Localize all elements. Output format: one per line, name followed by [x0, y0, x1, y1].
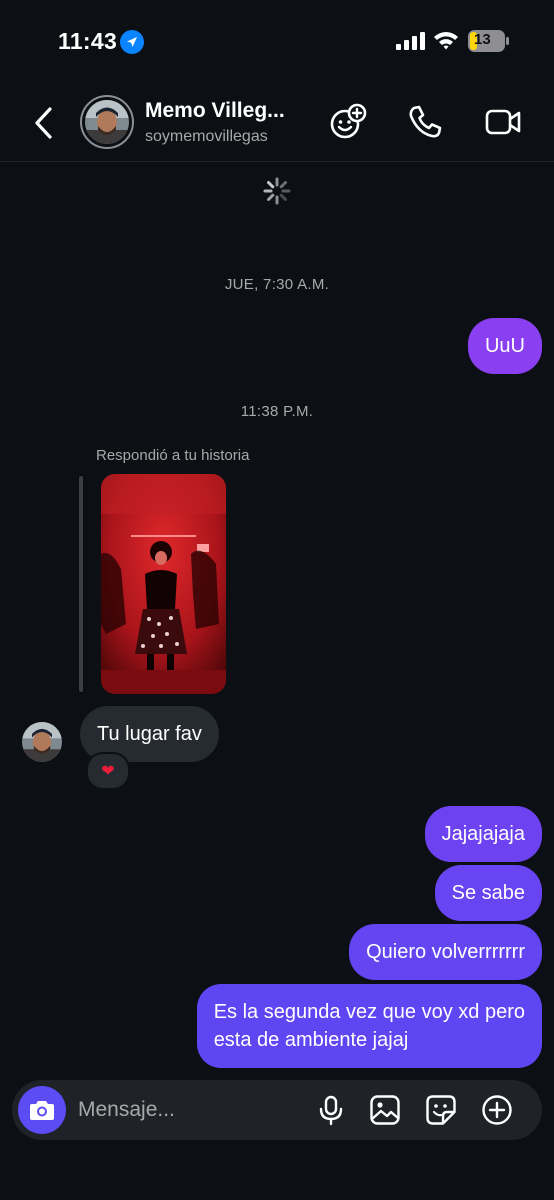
- message-text: Tu lugar fav: [97, 722, 202, 745]
- message-text-line: Es la segunda vez que voy xd pero: [213, 1001, 525, 1023]
- timestamp: 11:38 P.M.: [240, 403, 314, 420]
- phone-icon[interactable]: [406, 103, 444, 141]
- heart-icon: ❤: [101, 763, 115, 780]
- gallery-icon[interactable]: [369, 1094, 401, 1126]
- battery-icon: 13: [468, 30, 510, 52]
- add-effect-icon[interactable]: [329, 103, 367, 141]
- header-divider: [0, 161, 554, 162]
- message-text: Jajajajaja: [441, 822, 525, 845]
- message-out[interactable]: Se sabe: [434, 865, 542, 921]
- message-text: UuU: [484, 334, 525, 357]
- video-icon[interactable]: [484, 103, 522, 141]
- sticker-icon[interactable]: [425, 1094, 457, 1126]
- heart-reaction[interactable]: ❤: [86, 752, 130, 790]
- status-time: 11:43: [58, 28, 118, 54]
- avatar-photo: [85, 100, 129, 144]
- signal-icon: [396, 32, 425, 50]
- message-text-line: esta de ambiente jajaj: [213, 1029, 409, 1051]
- timestamp: JUE, 7:30 A.M.: [224, 276, 330, 293]
- camera-button[interactable]: [18, 1086, 66, 1134]
- reply-quote-bar: [79, 476, 83, 692]
- wifi-icon: [434, 32, 458, 50]
- message-out[interactable]: Es la segunda vez que voy xd pero esta d…: [196, 984, 542, 1068]
- spinner-icon: [263, 177, 291, 205]
- message-out[interactable]: UuU: [467, 318, 542, 374]
- contact-name[interactable]: Memo Villeg...: [145, 99, 285, 123]
- message-out[interactable]: Jajajajaja: [424, 806, 542, 862]
- message-text: Se sabe: [451, 881, 525, 904]
- story-thumbnail[interactable]: [101, 474, 226, 694]
- message-out[interactable]: Quiero volverrrrrrr: [349, 924, 542, 980]
- back-icon[interactable]: [30, 106, 60, 140]
- microphone-icon[interactable]: [315, 1094, 347, 1126]
- location-arrow-icon: [120, 30, 144, 54]
- contact-username: soymemovillegas: [145, 128, 268, 145]
- camera-icon: [30, 1101, 54, 1120]
- battery-level: 13: [474, 31, 491, 48]
- message-input[interactable]: [78, 1092, 298, 1128]
- contact-avatar[interactable]: [80, 95, 134, 149]
- sender-avatar[interactable]: [22, 722, 62, 762]
- story-reply-note: Respondió a tu historia: [96, 447, 250, 464]
- message-text: Quiero volverrrrrrr: [366, 940, 525, 963]
- plus-circle-icon[interactable]: [481, 1094, 513, 1126]
